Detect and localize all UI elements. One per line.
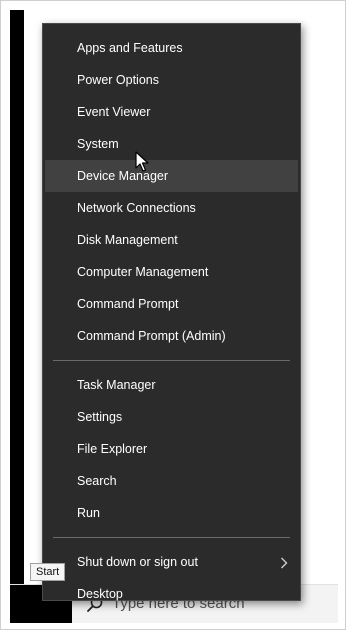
menu-group-2: Task Manager Settings File Explorer Sear… [43, 369, 300, 529]
start-tooltip: Start [30, 563, 66, 581]
menu-item-search[interactable]: Search [43, 465, 300, 497]
menu-separator [53, 360, 290, 361]
mouse-pointer-icon [135, 151, 149, 172]
menu-item-command-prompt[interactable]: Command Prompt [43, 288, 300, 320]
menu-separator [53, 537, 290, 538]
menu-item-label: Shut down or sign out [77, 555, 198, 569]
menu-item-network-connections[interactable]: Network Connections [43, 192, 300, 224]
menu-item-computer-management[interactable]: Computer Management [43, 256, 300, 288]
menu-item-run[interactable]: Run [43, 497, 300, 529]
menu-item-event-viewer[interactable]: Event Viewer [43, 96, 300, 128]
menu-group-1: Apps and Features Power Options Event Vi… [43, 24, 300, 352]
menu-item-command-prompt-admin[interactable]: Command Prompt (Admin) [43, 320, 300, 352]
menu-item-device-manager[interactable]: Device Manager [45, 160, 298, 192]
menu-item-apps-and-features[interactable]: Apps and Features [43, 32, 300, 64]
menu-item-system[interactable]: System [43, 128, 300, 160]
menu-item-settings[interactable]: Settings [43, 401, 300, 433]
chevron-right-icon [276, 546, 292, 578]
screenshot-frame: Type here to search Start Apps and Featu… [0, 0, 346, 630]
desktop-background [10, 10, 24, 584]
menu-group-3: Shut down or sign out Desktop [43, 546, 300, 610]
menu-item-desktop[interactable]: Desktop [43, 578, 300, 610]
menu-item-file-explorer[interactable]: File Explorer [43, 433, 300, 465]
menu-item-disk-management[interactable]: Disk Management [43, 224, 300, 256]
menu-item-task-manager[interactable]: Task Manager [43, 369, 300, 401]
menu-item-power-options[interactable]: Power Options [43, 64, 300, 96]
menu-item-shutdown-or-sign-out[interactable]: Shut down or sign out [43, 546, 300, 578]
winx-context-menu: Apps and Features Power Options Event Vi… [42, 23, 301, 601]
